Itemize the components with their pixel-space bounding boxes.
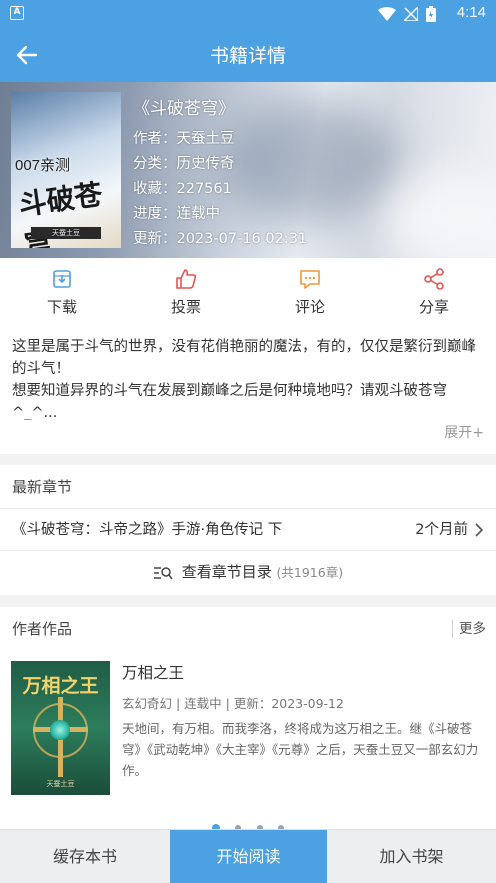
intro-text: 这里是属于斗气的世界，没有花俏艳丽的魔法，有的，仅仅是繁衍到巅峰的斗气！ 想要知… [12, 339, 476, 420]
work-cover: 万相之王 天蚕土豆 [11, 661, 110, 795]
book-favorites: 收藏：227561 [133, 181, 232, 197]
work-title: 万相之王 [122, 664, 185, 682]
work-cover-gem [50, 720, 70, 740]
wifi-icon [378, 7, 396, 21]
more-button[interactable]: 更多 [452, 620, 486, 638]
work-card[interactable]: 万相之王 天蚕土豆 万相之王 玄幻奇幻 | 连载中 | 更新：2023-09-1… [0, 661, 496, 796]
add-to-shelf-button[interactable]: 加入书架 [327, 830, 496, 883]
start-reading-button[interactable]: 开始阅读 [170, 830, 327, 883]
app-bar: 书籍详情 [0, 28, 496, 82]
expand-button[interactable]: 展开+ [444, 422, 484, 442]
book-title: 《斗破苍穹》 [133, 99, 235, 119]
latest-heading: 最新章节 [0, 465, 496, 509]
comment-button[interactable]: 评论 [248, 258, 372, 326]
bottom-bar: 缓存本书 开始阅读 加入书架 [0, 829, 496, 883]
latest-chapter-title: 《斗破苍穹：斗帝之路》手游·角色传记 下 [12, 522, 283, 538]
works-heading: 作者作品 [12, 620, 73, 638]
catalog-label: 查看章节目录 [181, 563, 272, 581]
status-bar: A 4:14 [0, 0, 496, 28]
thumbs-up-icon [176, 269, 197, 289]
book-meta: 《斗破苍穹》 作者：天蚕土豆 分类：历史传奇 收藏：227561 进度：连载中 … [133, 94, 307, 252]
no-signal-icon [404, 7, 418, 21]
status-time: 4:14 [456, 4, 486, 21]
book-category: 分类：历史传奇 [133, 156, 235, 172]
latest-chapter-time: 2个月前 [415, 522, 468, 538]
catalog-button[interactable]: 查看章节目录 (共1916章) [0, 551, 496, 593]
cache-book-button[interactable]: 缓存本书 [0, 830, 170, 883]
cover-tag: 007亲测 [15, 157, 71, 174]
comment-label: 评论 [294, 298, 325, 316]
latest-chapter-row[interactable]: 《斗破苍穹：斗帝之路》手游·角色传记 下 2个月前 [0, 509, 496, 551]
book-updated: 更新：2023-07-16 02:31 [133, 231, 308, 247]
download-icon [53, 270, 71, 288]
book-header: 007亲测 斗破苍穹 天蚕土豆 《斗破苍穹》 作者：天蚕土豆 分类：历史传奇 收… [0, 82, 496, 258]
header-blur-shape [380, 172, 496, 258]
work-cover-author: 天蚕土豆 [46, 780, 75, 788]
share-icon [424, 268, 444, 290]
vote-label: 投票 [170, 298, 201, 316]
latest-chapter-section: 最新章节 《斗破苍穹：斗帝之路》手游·角色传记 下 2个月前 查看章节目录 (共… [0, 465, 496, 595]
share-button[interactable]: 分享 [372, 258, 496, 326]
work-description: 天地间，有万相。而我李洛，终将成为这万相之王。继《斗破苍穹》《武动乾坤》《大主宰… [122, 721, 479, 778]
status-icons [378, 6, 436, 22]
carousel-indicator [0, 817, 496, 832]
vote-button[interactable]: 投票 [124, 258, 248, 326]
book-intro: 这里是属于斗气的世界，没有花俏艳丽的魔法，有的，仅仅是繁衍到巅峰的斗气！ 想要知… [0, 326, 496, 454]
book-cover: 007亲测 斗破苍穹 天蚕土豆 [11, 92, 121, 248]
work-info: 万相之王 玄幻奇幻 | 连载中 | 更新：2023-09-12 天地间，有万相。… [122, 661, 482, 781]
download-label: 下载 [46, 298, 77, 316]
work-meta: 玄幻奇幻 | 连载中 | 更新：2023-09-12 [122, 696, 344, 711]
catalog-search-icon [153, 566, 173, 579]
book-progress: 进度：连载中 [133, 206, 220, 222]
cover-author: 天蚕土豆 [31, 227, 101, 239]
works-header: 作者作品 更多 [0, 607, 496, 651]
work-cover-title: 万相之王 [22, 675, 99, 697]
book-author: 作者：天蚕土豆 [133, 131, 235, 147]
catalog-count: (共1916章) [276, 565, 344, 580]
share-label: 分享 [418, 298, 449, 316]
page-title: 书籍详情 [209, 45, 286, 67]
comment-icon [300, 270, 320, 289]
battery-icon [426, 6, 436, 22]
chevron-right-icon [475, 523, 484, 537]
author-works-section: 作者作品 更多 万相之王 天蚕土豆 万相之王 玄幻奇幻 | 连载中 | 更新：2… [0, 607, 496, 832]
action-row: 下载 投票 评论 分享 [0, 258, 496, 326]
download-button[interactable]: 下载 [0, 258, 124, 326]
app-notification-icon: A [10, 6, 24, 20]
